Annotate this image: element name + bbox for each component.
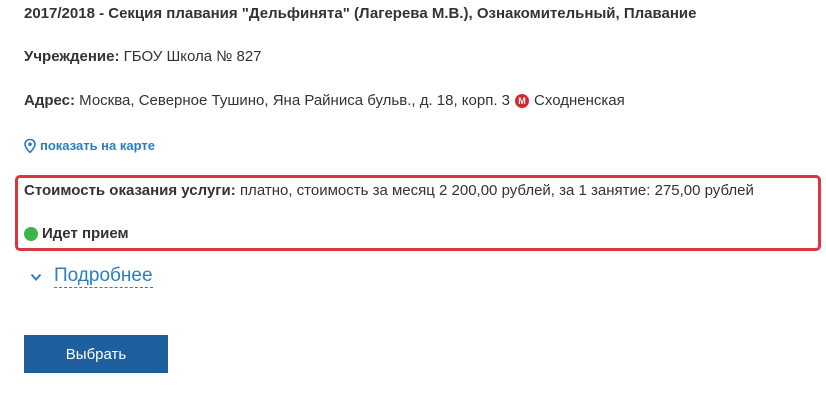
cost-value: платно, стоимость за месяц 2 200,00 рубл…: [239, 182, 754, 199]
map-pin-icon: [24, 138, 36, 153]
show-on-map-label[interactable]: показать на карте: [40, 138, 155, 153]
show-on-map-link[interactable]: показать на карте: [24, 138, 155, 153]
cost-row: Стоимость оказания услуги: платно, стоим…: [24, 182, 754, 199]
chevron-down-icon: [30, 273, 42, 281]
institution-value: ГБОУ Школа № 827: [123, 48, 262, 65]
address-row: Адрес: Москва, Северное Тушино, Яна Райн…: [24, 92, 625, 109]
green-dot-icon: [24, 226, 38, 241]
more-details-label[interactable]: Подробнее: [54, 265, 153, 288]
address-label: Адрес:: [24, 92, 75, 109]
institution-row: Учреждение: ГБОУ Школа № 827: [24, 48, 262, 65]
section-title: 2017/2018 - Секция плавания "Дельфинята"…: [24, 5, 697, 22]
institution-label: Учреждение:: [24, 48, 120, 65]
more-details-toggle[interactable]: Подробнее: [30, 265, 153, 288]
cost-label: Стоимость оказания услуги:: [24, 182, 236, 199]
status-row: Идет прием: [24, 225, 129, 242]
metro-station: Сходненская: [534, 92, 625, 109]
status-label: Идет прием: [42, 225, 129, 242]
select-button[interactable]: Выбрать: [24, 335, 168, 373]
metro-icon: M: [515, 93, 530, 108]
address-value: Москва, Северное Тушино, Яна Райниса бул…: [79, 92, 511, 109]
section-card: 2017/2018 - Секция плавания "Дельфинята"…: [0, 0, 826, 402]
